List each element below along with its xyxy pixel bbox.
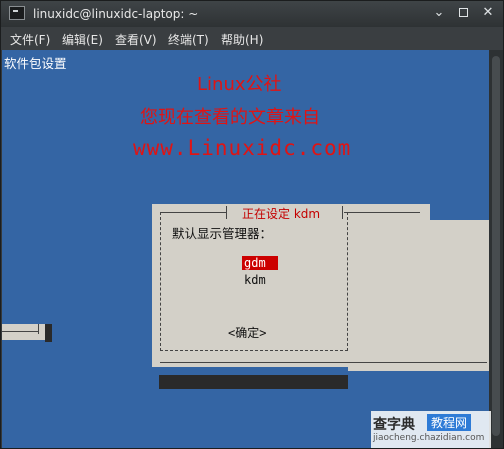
scrollbar[interactable] [489,50,503,448]
site-logo-tag: 教程网 [427,414,472,431]
watermark-line-1: Linux公社 [197,74,282,95]
watermark-line-2: 您现在查看的文章来自 [140,107,320,128]
window-title: linuxidc@linuxidc-laptop: ~ [33,7,199,21]
config-dialog: 正在设定 kdm 默认显示管理器： gdm kdm <确定> [152,204,487,367]
terminal-area[interactable]: 软件包设置 正在设定 kdm 默认显示管理器： gdm kdm <确定> Lin… [2,50,489,448]
menu-bar: 文件(F) 编辑(E) 查看(V) 终端(T) 帮助(H) [1,27,503,50]
scrollbar-thumb[interactable] [492,56,500,436]
title-bar[interactable]: linuxidc@linuxidc-laptop: ~ ⌄ ✕ [1,1,503,27]
menu-file[interactable]: 文件(F) [10,31,50,48]
maximize-button[interactable] [453,4,473,22]
dialog-prompt: 默认显示管理器： [172,226,273,241]
minimize-button[interactable]: ⌄ [429,4,449,22]
maximize-icon [458,8,468,17]
dialog-frame-bottom [160,362,487,363]
menu-help[interactable]: 帮助(H) [221,31,263,48]
watermark-line-3: www.Linuxidc.com [133,136,352,160]
menu-terminal[interactable]: 终端(T) [168,31,209,48]
dialog-shadow-bottom [159,375,348,389]
background-dialog-tick [38,324,39,334]
dialog-frame-top-right [344,212,420,213]
ok-button[interactable]: <确定> [228,324,266,341]
close-button[interactable]: ✕ [478,4,498,22]
site-logo-name: 查字典 [373,417,415,433]
option-kdm[interactable]: kdm [242,273,268,287]
package-config-header: 软件包设置 [4,56,67,71]
site-logo-url: jiaocheng.chazidian.com [373,433,485,443]
terminal-app-icon [9,6,25,20]
background-dialog-shadow [45,324,52,342]
menu-edit[interactable]: 编辑(E) [62,31,103,48]
terminal-window: linuxidc@linuxidc-laptop: ~ ⌄ ✕ 文件(F) 编辑… [0,0,504,449]
menu-view[interactable]: 查看(V) [115,31,157,48]
option-gdm[interactable]: gdm [242,256,278,270]
